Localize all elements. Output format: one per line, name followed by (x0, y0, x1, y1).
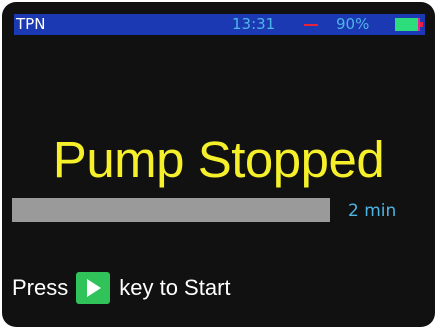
therapy-label: TPN (16, 15, 46, 33)
pump-screen: TPN 13:31 90% Pump Stopped 2 min Press ke… (2, 2, 435, 327)
instruction-prefix: Press (12, 275, 69, 300)
clock: 13:31 (232, 15, 276, 33)
start-instruction: Press key to Start (12, 271, 231, 305)
instruction-suffix: key to Start (119, 275, 231, 300)
battery-level-fill (395, 18, 418, 31)
progress-bar (12, 198, 330, 222)
status-bar: TPN 13:31 90% (14, 14, 425, 35)
battery-icon (395, 18, 423, 31)
battery-percent: 90% (336, 15, 370, 33)
pump-status-headline: Pump Stopped (52, 131, 385, 188)
progress-fill (12, 198, 330, 222)
battery-body (395, 18, 420, 31)
duration-label: 2 min (348, 201, 397, 221)
battery-tip (420, 22, 423, 27)
play-key-icon[interactable] (76, 272, 111, 304)
alarm-dash-icon (304, 24, 318, 26)
